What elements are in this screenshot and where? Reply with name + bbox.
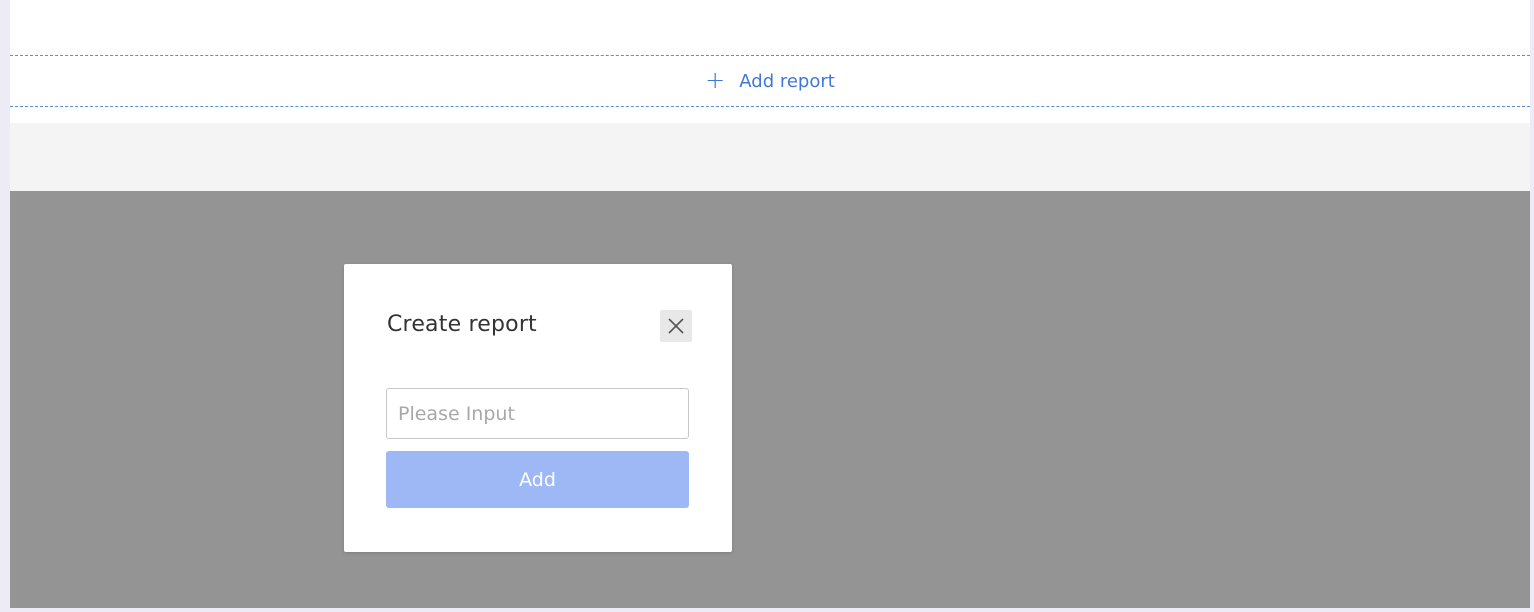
add-report-label: Add report (739, 70, 835, 92)
report-name-input[interactable] (386, 388, 689, 439)
create-report-dialog: Create report Add (344, 264, 732, 552)
close-icon (668, 318, 684, 334)
dialog-title: Create report (387, 312, 537, 337)
report-page: + Add report Create report Add (10, 0, 1530, 608)
add-report-button[interactable]: + Add report (10, 55, 1530, 107)
add-button[interactable]: Add (386, 451, 689, 508)
report-list-panel: + Add report (10, 0, 1530, 123)
close-button[interactable] (660, 310, 692, 342)
modal-overlay[interactable] (10, 191, 1530, 608)
plus-icon: + (705, 66, 726, 94)
